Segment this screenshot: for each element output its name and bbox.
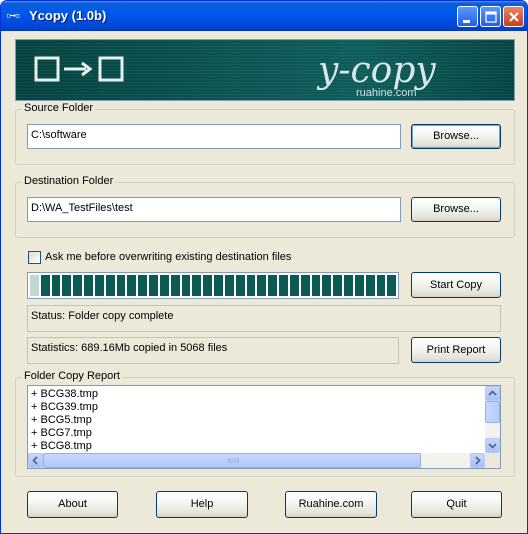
progress-segment [159,275,169,296]
progress-segment [235,275,245,296]
quit-button[interactable]: Quit [411,491,502,518]
progress-segment [354,275,364,296]
chevron-right-icon [475,456,481,465]
progress-segment [387,275,397,296]
progress-segment [149,275,158,296]
progress-segment [257,275,267,296]
scroll-right-button[interactable] [470,453,485,468]
minimize-icon [463,20,470,23]
progress-segment [51,275,61,296]
progress-segment [344,275,353,296]
report-list: + BCG38.tmp + BCG39.tmp + BCG5.tmp + BCG7.t… [31,388,98,453]
chevron-down-icon [488,443,497,449]
progress-segment [170,275,180,296]
list-item[interactable]: + BCG7.tmp [31,427,98,440]
progress-segment [300,275,310,296]
svg-text:y-copy: y-copy [316,50,436,91]
scroll-left-button[interactable] [28,453,43,468]
title-bar[interactable]: ▫→▫ Ycopy (1.0b) [1,1,527,31]
ruahine-link-button[interactable]: Ruahine.com [285,491,377,518]
overwrite-checkbox[interactable] [28,251,41,264]
list-item[interactable]: + BCG38.tmp [31,388,98,401]
progress-segment [138,275,148,296]
chevron-up-icon [488,390,497,396]
folder-copy-report-label: Folder Copy Report [22,370,122,382]
close-button[interactable] [503,6,524,27]
progress-segment [322,275,332,296]
window-title: Ycopy (1.0b) [29,8,107,23]
destination-folder-label: Destination Folder [22,175,116,187]
grip-icon [228,458,239,463]
progress-segment [62,275,72,296]
scroll-up-button[interactable] [485,386,500,401]
svg-text:ruahine.com: ruahine.com [356,87,417,99]
source-path-input[interactable]: C:\software [27,124,401,149]
close-icon [509,12,519,22]
arrow-copy-icon: ▫→▫ [6,11,20,21]
progress-segment [73,275,83,296]
list-item[interactable]: + BCG5.tmp [31,414,98,427]
copy-progress-bar [27,272,399,299]
ycopy-logo: y-copy ruahine.com [316,50,436,99]
start-copy-button[interactable]: Start Copy [411,272,501,298]
progress-segment [30,275,39,296]
progress-segment [333,275,343,296]
print-report-button[interactable]: Print Report [411,337,501,363]
source-folder-label: Source Folder [22,102,96,114]
progress-segment [279,275,288,296]
minimize-button[interactable] [457,6,478,27]
progress-segment [214,275,223,296]
about-button[interactable]: About [27,491,118,518]
progress-segment [268,275,278,296]
status-text: Status: Folder copy complete [27,305,501,332]
progress-segment [127,275,137,296]
progress-segment [224,275,234,296]
report-listbox[interactable]: + BCG38.tmp + BCG39.tmp + BCG5.tmp + BCG7.t… [27,385,501,469]
progress-segment [192,275,202,296]
destination-path-input[interactable]: D:\WA_TestFiles\test [27,197,401,222]
maximize-icon [485,11,497,23]
help-button[interactable]: Help [156,491,248,518]
ycopy-window: ▫→▫ Ycopy (1.0b) y-copy ruahine.com Sour… [0,0,528,534]
progress-segment [94,275,104,296]
progress-segment [289,275,299,296]
overwrite-label[interactable]: Ask me before overwriting existing desti… [45,251,291,263]
progress-segment [105,275,115,296]
list-item[interactable]: + BCG39.tmp [31,401,98,414]
statistics-text: Statistics: 689.16Mb copied in 5068 file… [27,337,399,364]
progress-segment [116,275,126,296]
progress-segment [311,275,321,296]
progress-segment [376,275,386,296]
progress-segment [365,275,375,296]
destination-browse-button[interactable]: Browse... [411,197,501,222]
maximize-button[interactable] [480,6,501,27]
horizontal-scroll-thumb[interactable] [43,453,421,468]
chevron-left-icon [32,456,38,465]
progress-segment [181,275,191,296]
scrollbar-corner [485,453,500,468]
progress-segment [84,275,93,296]
progress-segment [203,275,213,296]
list-item[interactable]: + BCG8.tmp [31,440,98,453]
scroll-down-button[interactable] [485,438,500,453]
source-browse-button[interactable]: Browse... [411,124,501,149]
progress-segment [40,275,50,296]
progress-segment [246,275,256,296]
app-banner: y-copy ruahine.com [15,39,515,101]
vertical-scroll-thumb[interactable] [485,401,500,423]
